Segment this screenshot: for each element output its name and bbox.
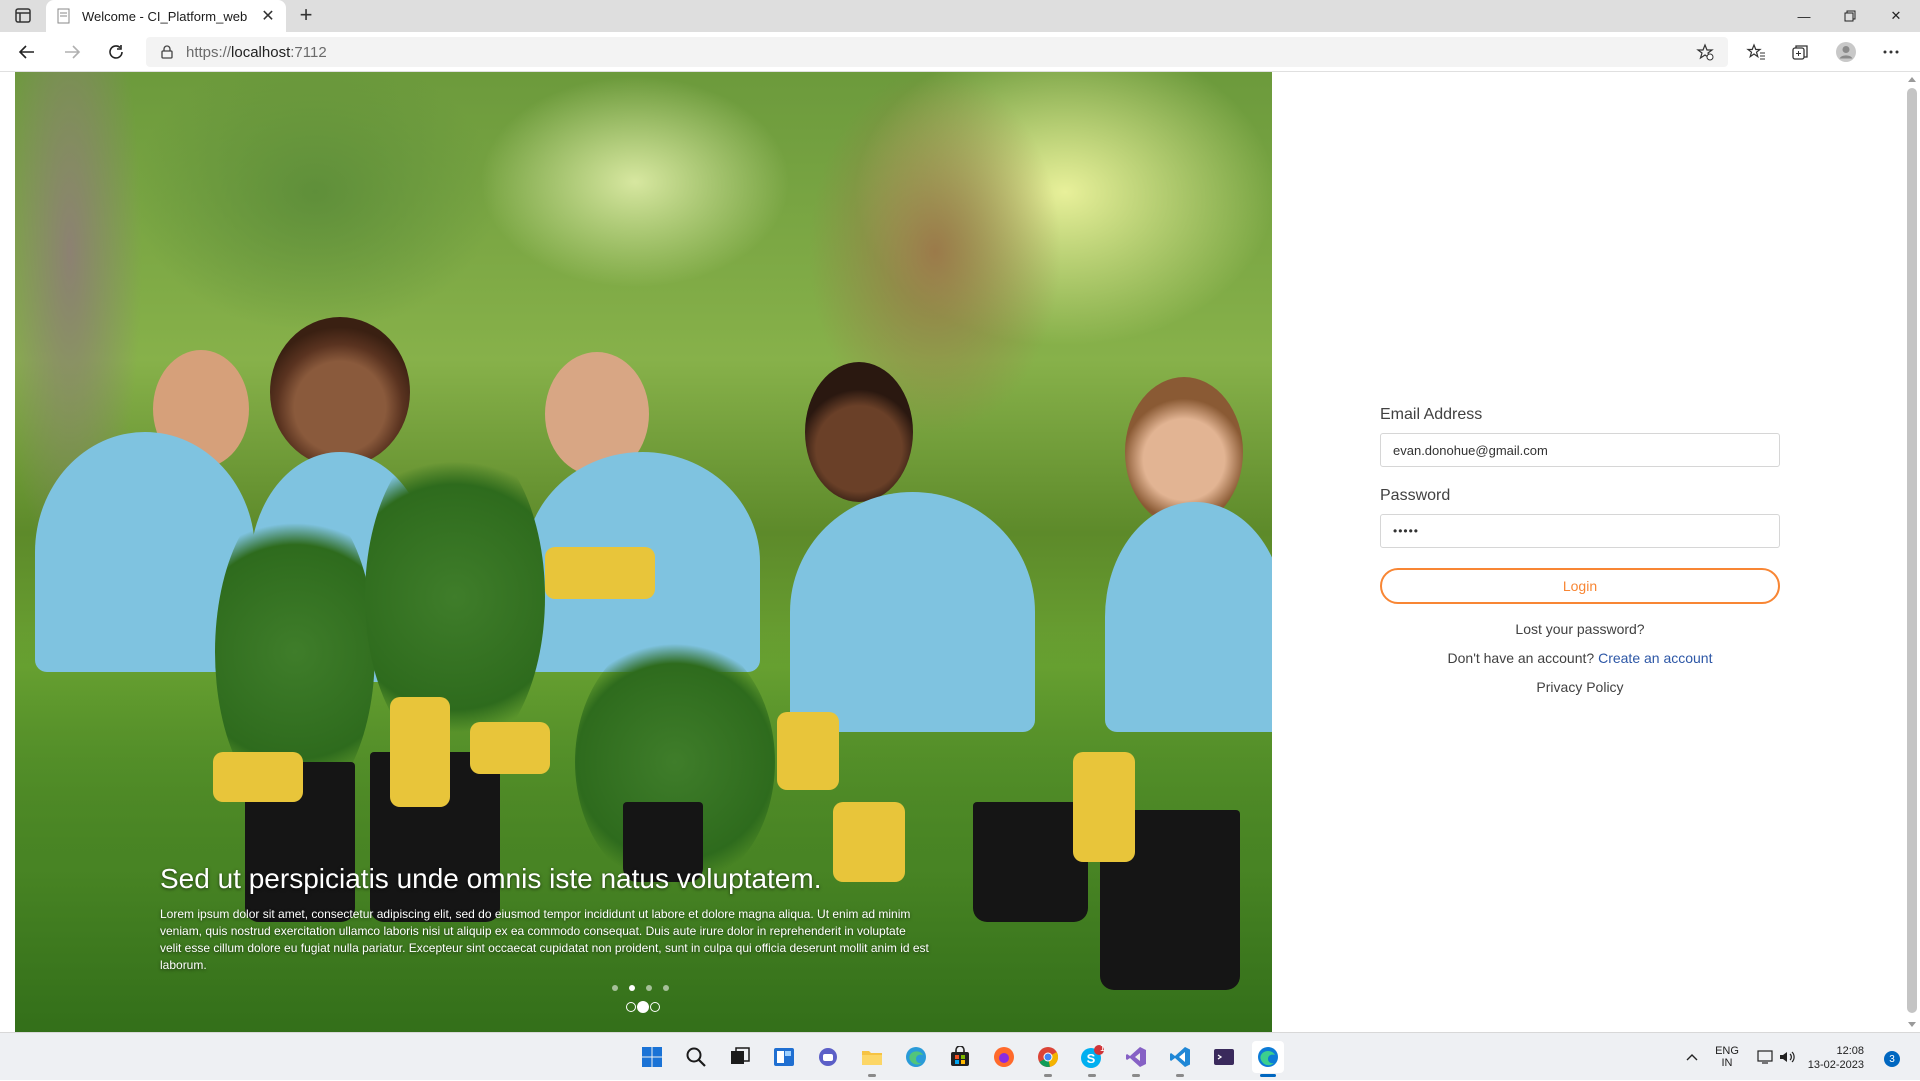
svg-text:S: S: [1087, 1051, 1096, 1066]
browser-tab-active[interactable]: Welcome - CI_Platform_web ✕: [46, 0, 286, 32]
hero-body-text: Lorem ipsum dolor sit amet, consectetur …: [160, 907, 929, 972]
glove: [1073, 752, 1135, 862]
url-host: localhost: [231, 43, 291, 61]
edge-dev-icon[interactable]: [900, 1041, 932, 1073]
carousel-dot[interactable]: [650, 1002, 660, 1012]
skype-badge-count: 1: [1100, 1043, 1106, 1053]
page-content: Sed ut perspiciatis unde omnis iste natu…: [0, 72, 1920, 1032]
carousel-dot-active[interactable]: [637, 1001, 649, 1013]
widgets-icon[interactable]: [768, 1041, 800, 1073]
edge-browser-icon[interactable]: [1252, 1041, 1284, 1077]
login-links: Lost your password? Don't have an accoun…: [1380, 620, 1780, 697]
collections-icon[interactable]: [1789, 41, 1811, 63]
hero-caption: Sed ut perspiciatis unde omnis iste natu…: [160, 862, 930, 974]
search-icon[interactable]: [680, 1041, 712, 1073]
refresh-icon[interactable]: [104, 40, 128, 64]
glove: [777, 712, 839, 790]
language-indicator[interactable]: ENG IN: [1712, 1045, 1742, 1069]
chrome-icon[interactable]: [1032, 1041, 1064, 1077]
browser-toolbar: https://localhost:7112: [0, 32, 1920, 72]
favorites-icon[interactable]: [1745, 41, 1767, 63]
forward-icon[interactable]: [60, 40, 84, 64]
privacy-policy-link[interactable]: Privacy Policy: [1380, 678, 1780, 697]
url-scheme: https://: [186, 43, 232, 61]
profile-avatar-icon[interactable]: [1835, 41, 1857, 63]
tab-actions-menu-icon[interactable]: [12, 6, 34, 26]
show-hidden-icons[interactable]: [1685, 1033, 1699, 1081]
lost-password-link[interactable]: Lost your password?: [1380, 620, 1780, 639]
email-field[interactable]: evan.donohue@gmail.com: [1380, 433, 1780, 467]
close-window-icon[interactable]: ✕: [1874, 0, 1918, 32]
plant-pot: [973, 802, 1088, 922]
teams-chat-icon[interactable]: [812, 1041, 844, 1073]
vscode-icon[interactable]: [1164, 1041, 1196, 1077]
back-icon[interactable]: [15, 40, 39, 64]
clock-date: 13-02-2023: [1807, 1059, 1864, 1071]
network-icon[interactable]: [1757, 1033, 1775, 1081]
page-favicon-icon: [57, 8, 70, 24]
no-account-text: Don't have an account?: [1447, 650, 1595, 666]
create-account-link[interactable]: Create an account: [1598, 650, 1712, 666]
visual-studio-icon[interactable]: [1120, 1041, 1152, 1077]
clock-time: 12:08: [1836, 1045, 1864, 1057]
windows-taskbar: S 1 ENG IN 12:08 13-02-2023 3: [0, 1032, 1920, 1080]
carousel-indicator[interactable]: [646, 985, 652, 991]
tab-close-icon[interactable]: ✕: [260, 6, 276, 26]
scroll-up-icon[interactable]: [1908, 77, 1916, 82]
login-form: Email Address evan.donohue@gmail.com Pas…: [1380, 406, 1780, 707]
more-options-icon[interactable]: [1880, 41, 1902, 63]
store-icon[interactable]: [944, 1041, 976, 1073]
skype-icon[interactable]: S 1: [1076, 1041, 1108, 1077]
browser-tab-strip: Welcome - CI_Platform_web ✕ + — ✕: [0, 0, 1920, 32]
carousel-dot[interactable]: [626, 1002, 636, 1012]
language-code: ENG: [1715, 1045, 1739, 1057]
restore-icon[interactable]: [1828, 0, 1872, 32]
add-favorite-icon[interactable]: [1696, 43, 1714, 61]
password-field[interactable]: •••••: [1380, 514, 1780, 548]
glove: [545, 547, 655, 599]
url-text[interactable]: https://localhost:7112: [186, 44, 327, 61]
firefox-icon[interactable]: [988, 1041, 1020, 1073]
carousel-indicator[interactable]: [663, 985, 669, 991]
file-explorer-icon[interactable]: [856, 1041, 888, 1077]
email-label: Email Address: [1380, 406, 1483, 423]
glove: [470, 722, 550, 774]
volume-icon[interactable]: [1778, 1033, 1796, 1081]
hero-carousel[interactable]: Sed ut perspiciatis unde omnis iste natu…: [15, 72, 1272, 1032]
new-tab-icon[interactable]: +: [294, 4, 318, 28]
scroll-down-icon[interactable]: [1908, 1022, 1916, 1027]
hero-headline: Sed ut perspiciatis unde omnis iste natu…: [160, 863, 822, 894]
password-label: Password: [1380, 487, 1451, 504]
minimize-icon[interactable]: —: [1782, 0, 1826, 32]
start-icon[interactable]: [636, 1041, 668, 1073]
url-port: :7112: [290, 43, 327, 61]
glove: [213, 752, 303, 802]
tab-title: Welcome - CI_Platform_web: [82, 8, 248, 24]
carousel-indicator-active[interactable]: [629, 985, 635, 991]
language-region: IN: [1721, 1057, 1733, 1069]
lock-icon[interactable]: [160, 45, 174, 59]
notification-badge[interactable]: 3: [1884, 1051, 1900, 1067]
page-scrollbar[interactable]: [1904, 72, 1920, 1032]
login-button[interactable]: Login: [1380, 568, 1780, 604]
carousel-indicator[interactable]: [612, 985, 618, 991]
terminal-icon[interactable]: [1208, 1041, 1240, 1073]
system-clock[interactable]: 12:08 13-02-2023: [1800, 1044, 1864, 1072]
task-view-icon[interactable]: [724, 1041, 756, 1073]
carousel-indicators: [612, 985, 669, 991]
create-account-row: Don't have an account? Create an account: [1380, 649, 1780, 668]
carousel-dots: [626, 1001, 660, 1013]
glove: [390, 697, 450, 807]
scrollbar-thumb[interactable]: [1907, 88, 1917, 1013]
address-bar[interactable]: https://localhost:7112: [146, 37, 1728, 67]
